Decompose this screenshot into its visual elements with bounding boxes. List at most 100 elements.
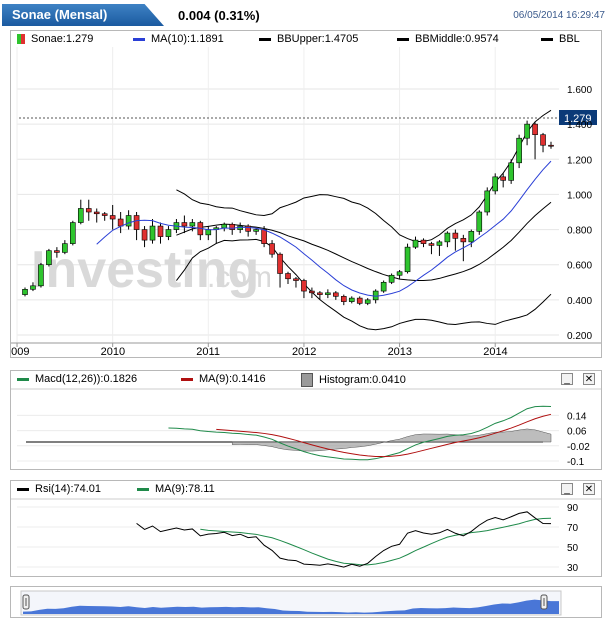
navigator-chart[interactable] [11, 587, 601, 617]
rsi-ma-swatch-icon [137, 487, 149, 491]
candle-body [125, 215, 132, 227]
legend-symbol-text: Sonae:1.279 [31, 33, 94, 45]
macd-histogram [231, 428, 552, 452]
price-chart[interactable]: Investing .com 1.279 1.6001.4001.2001.00… [11, 47, 601, 357]
minimize-macd-button[interactable]: _ [561, 373, 573, 385]
candle-body [364, 299, 371, 304]
navigator-panel [10, 586, 602, 618]
price-tick-label: 0.800 [567, 226, 592, 237]
legend-histogram: Histogram:0.0410 [301, 373, 406, 387]
candle-body [404, 246, 411, 273]
candle-body [356, 297, 363, 304]
candle-body [261, 229, 267, 244]
legend-bblower-text: BBL [559, 33, 580, 45]
candle-body [62, 243, 68, 253]
candle-body [269, 243, 275, 255]
timestamp: 06/05/2014 16:29:47 [513, 10, 605, 21]
legend-histogram-text: Histogram:0.0410 [319, 373, 406, 386]
candle-body [165, 229, 172, 237]
macd-swatch-icon [17, 377, 29, 381]
candle-body [245, 225, 251, 232]
price-axis: 1.600 1.400 1.200 1.000 0.800 0.600 0.400 0.200 [567, 85, 592, 342]
legend-macd-text: Macd(12,26)):0.1826 [35, 373, 138, 385]
candle-body [133, 215, 140, 230]
candle-body [380, 281, 387, 292]
candle-body [309, 290, 315, 294]
price-tick-label: 1.200 [567, 155, 592, 166]
legend-bbupper-text: BBUpper:1.4705 [277, 33, 359, 45]
minimize-rsi-button[interactable]: _ [561, 483, 573, 495]
legend-bbmiddle: BBMiddle:0.9574 [397, 33, 499, 45]
candle-body [444, 232, 451, 243]
ma-swatch-icon [133, 37, 145, 41]
main-legend: Sonae:1.279 MA(10):1.1891 BBUpper:1.4705… [11, 31, 601, 47]
rsi-panel: Rsi(14):74.01 MA(9):78.11 _ ✕ 90 70 50 30 [10, 480, 602, 577]
price-tick-label: 0.200 [567, 331, 592, 342]
candle-body [253, 229, 259, 232]
candle-body [452, 232, 459, 239]
legend-ma: MA(10):1.1891 [133, 33, 224, 45]
rsi-legend: Rsi(14):74.01 MA(9):78.11 [11, 481, 601, 497]
candle-body [157, 225, 164, 237]
candle-swatch-icon [17, 34, 25, 45]
rsi-chart[interactable]: 90 70 50 30 [11, 497, 601, 577]
rsi-tick-label: 90 [567, 503, 579, 514]
legend-rsi: Rsi(14):74.01 [17, 483, 101, 495]
legend-bblower: BBL [541, 33, 580, 45]
candle-body [70, 222, 76, 244]
candle-body [141, 229, 148, 241]
signal-swatch-icon [181, 377, 193, 381]
time-tick-label: 2012 [292, 346, 316, 357]
macd-panel: Macd(12,26)):0.1826 MA(9):0.1416 Histogr… [10, 370, 602, 470]
rsi-swatch-icon [17, 487, 29, 491]
macd-tick-label: -0.02 [567, 442, 590, 453]
macd-tick-label: 0.06 [567, 427, 587, 438]
candle-body [38, 264, 44, 287]
time-axis: 2009 2010 2011 2012 2013 2014 [11, 342, 601, 357]
legend-ma-text: MA(10):1.1891 [151, 33, 224, 45]
candle-body [85, 208, 92, 213]
candle-body [532, 123, 538, 135]
macd-tick-label: -0.1 [567, 457, 585, 468]
legend-macd: Macd(12,26)):0.1826 [17, 373, 137, 385]
candle-body [524, 123, 530, 139]
watermark-domain: .com [207, 261, 272, 294]
rsi-tick-label: 70 [567, 523, 579, 534]
main-chart-panel: Sonae:1.279 MA(10):1.1891 BBUpper:1.4705… [10, 30, 602, 358]
candle-body [22, 289, 28, 295]
rsi-tick-label: 30 [567, 563, 579, 574]
legend-rsi-text: Rsi(14):74.01 [35, 483, 102, 495]
rsi-line [136, 511, 552, 568]
candle-body [101, 213, 108, 216]
macd-axis: 0.14 0.06 -0.02 -0.1 [567, 411, 590, 468]
candle-body [285, 273, 291, 280]
price-change: 0.004 (0.31%) [178, 8, 260, 23]
rsi-ma-line [200, 517, 552, 566]
candle-body [516, 137, 522, 164]
time-tick-label: 2014 [483, 346, 507, 357]
close-macd-button[interactable]: ✕ [583, 373, 595, 385]
macd-legend: Macd(12,26)):0.1826 MA(9):0.1416 Histogr… [11, 371, 601, 387]
candle-body [77, 208, 84, 223]
price-tick-label: 1.400 [567, 120, 592, 131]
time-tick-label: 2011 [196, 346, 220, 357]
candle-body [117, 218, 124, 227]
candle-body [333, 292, 339, 297]
candle-body [492, 176, 499, 192]
candle-body [476, 211, 483, 232]
header-bar: Sonae (Mensal) 0.004 (0.31%) 06/05/2014 … [0, 0, 613, 30]
legend-bbmiddle-text: BBMiddle:0.9574 [415, 33, 499, 45]
price-tick-label: 0.600 [567, 261, 592, 272]
rsi-grid [17, 506, 559, 568]
candle-body [396, 271, 403, 276]
time-tick-label: 2009 [11, 346, 30, 357]
candle-body [388, 274, 395, 283]
candle-body [468, 231, 475, 243]
macd-chart[interactable]: 0.14 0.06 -0.02 -0.1 [11, 387, 601, 469]
instrument-title[interactable]: Sonae (Mensal) [2, 4, 164, 26]
candle-body [205, 229, 212, 236]
close-rsi-button[interactable]: ✕ [583, 483, 595, 495]
bblower-swatch-icon [541, 37, 553, 41]
candle-body [340, 296, 347, 302]
candle-body [548, 144, 554, 147]
